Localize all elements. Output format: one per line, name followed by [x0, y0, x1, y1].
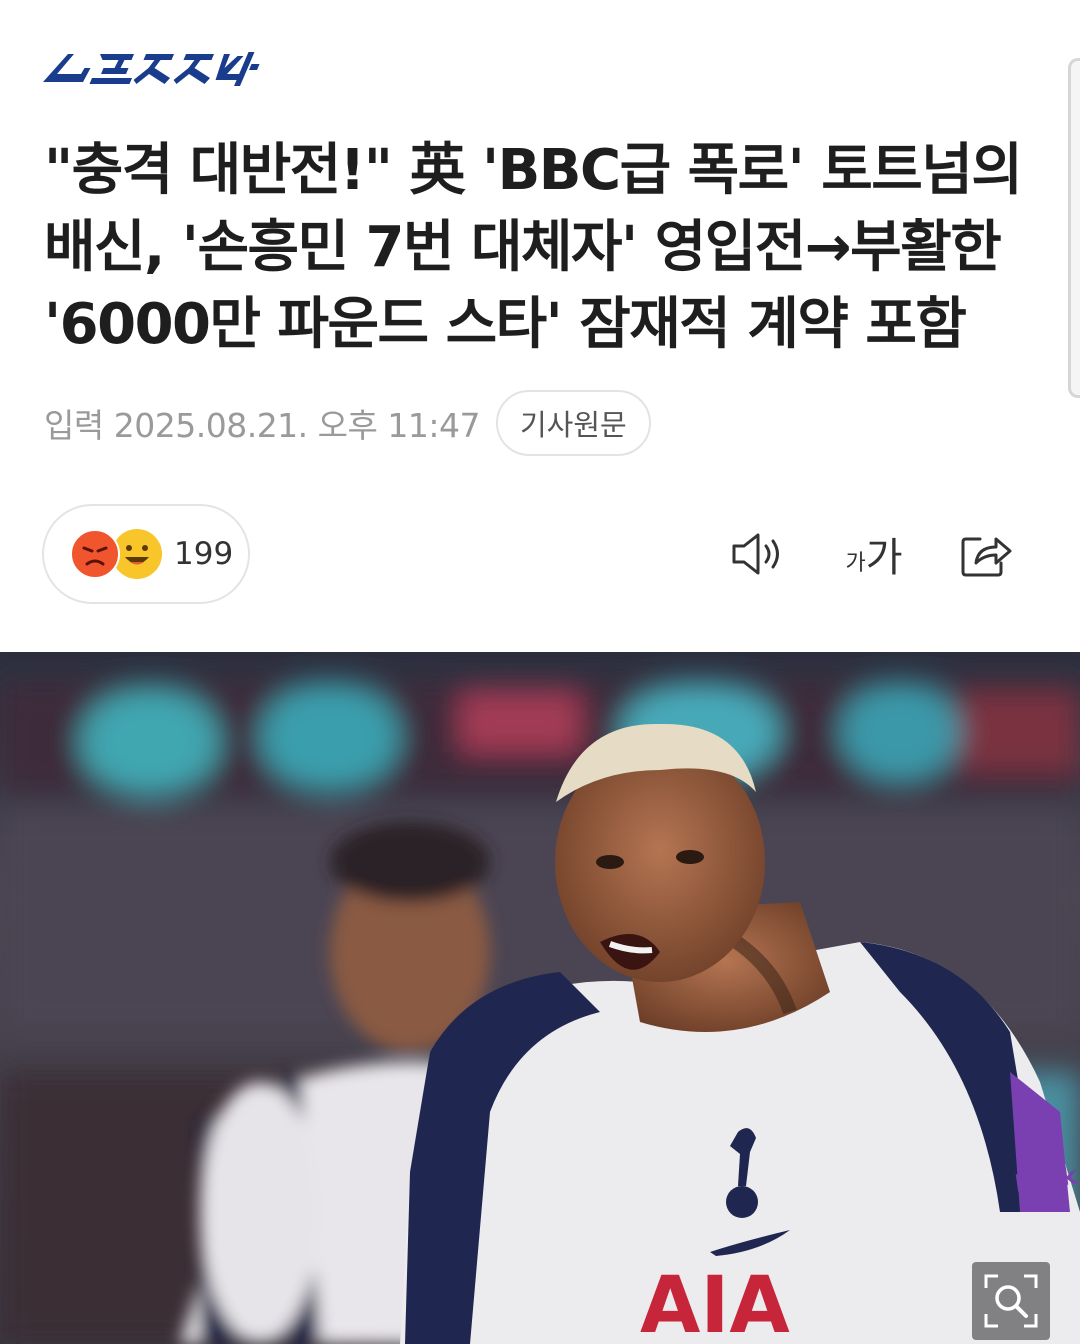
font-size-button[interactable]: 가 가 [836, 522, 912, 586]
svg-text:AIA: AIA [640, 1261, 790, 1344]
share-icon[interactable] [954, 522, 1018, 586]
article-photo[interactable]: AIA Krak [0, 652, 1080, 1344]
published-date: 2025.08.21. 오후 11:47 [113, 406, 481, 445]
article-headline: "충격 대반전!" 英 'BBC급 폭로' 토트넘의 배신, '손흥민 7번 대… [44, 132, 1044, 363]
original-article-button[interactable]: 기사원문 [495, 390, 651, 456]
scroll-handle[interactable] [1068, 58, 1080, 398]
reaction-count: 199 [174, 536, 234, 572]
reaction-button[interactable]: 199 [42, 504, 250, 604]
zoom-icon[interactable] [972, 1262, 1050, 1340]
press-logo[interactable] [42, 46, 274, 92]
article-page: "충격 대반전!" 英 'BBC급 폭로' 토트넘의 배신, '손흥민 7번 대… [0, 0, 1080, 1344]
headline-line: '6000만 파운드 스타' 잠재적 계약 포함 [44, 292, 967, 357]
angry-emoji-icon [70, 529, 120, 579]
published-label: 입력 [44, 406, 104, 445]
font-size-small-label: 가 [845, 551, 866, 576]
font-size-big-label: 가 [865, 535, 903, 581]
headline-line: "충격 대반전!" 英 'BBC급 폭로' 토트넘의 [44, 138, 1023, 203]
headline-line: 배신, '손흥민 7번 대체자' 영입전→부활한 [44, 215, 1002, 280]
original-article-label: 기사원문 [519, 408, 627, 442]
speaker-icon[interactable] [724, 522, 788, 586]
article-meta: 입력 2025.08.21. 오후 11:47 기사원문 [44, 390, 651, 456]
